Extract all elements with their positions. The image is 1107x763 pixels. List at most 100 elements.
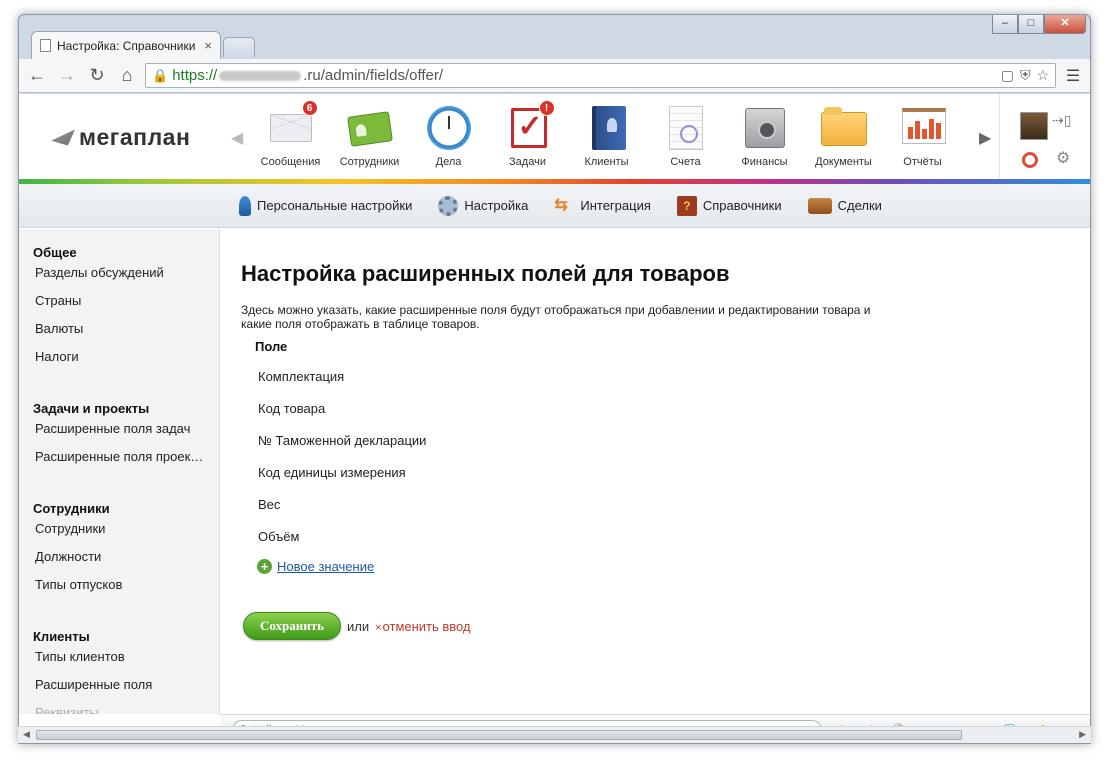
clock-icon — [424, 104, 474, 150]
back-icon[interactable]: ← — [25, 65, 49, 86]
sidebar-item-countries[interactable]: Страны — [19, 287, 209, 315]
app-invoices[interactable]: Счета — [646, 100, 725, 168]
scroll-left-arrow-icon[interactable]: ◀ — [23, 729, 30, 740]
person-settings-icon — [239, 195, 251, 216]
subnav-label: Интеграция — [580, 198, 651, 213]
subnav-personal-settings[interactable]: Персональные настройки — [239, 195, 413, 216]
horizontal-scrollbar[interactable]: ◀ ▶ — [18, 726, 1091, 743]
app-navigation: 6 Сообщения Сотрудники Дела ! Задачи — [251, 100, 962, 168]
invoice-icon — [661, 104, 711, 150]
sidebar-section-title: Общее — [33, 245, 77, 260]
settings-subnav: Персональные настройки Настройка ⇆ Интег… — [19, 184, 1090, 228]
minimize-button[interactable]: – — [992, 15, 1018, 34]
subnav-integration[interactable]: ⇆ Интеграция — [554, 196, 651, 216]
sidebar-item-positions[interactable]: Должности — [19, 543, 209, 571]
app-staff[interactable]: Сотрудники — [330, 100, 409, 168]
table-row[interactable]: Комплектация — [241, 361, 841, 393]
save-button[interactable]: Сохранить — [243, 612, 341, 640]
scroll-left-icon[interactable]: ◀ — [231, 128, 243, 148]
tab-title: Настройка: Справочники — [57, 38, 196, 53]
subnav-deals[interactable]: Сделки — [807, 197, 882, 214]
sidebar-item-taxes[interactable]: Налоги — [19, 343, 209, 371]
browser-tab[interactable]: Настройка: Справочники × — [31, 31, 221, 59]
fields-table: Поле Комплектация Код товара № Таможенно… — [241, 333, 841, 553]
window-controls: – □ ✕ — [992, 15, 1086, 34]
sidebar-item-client-fields[interactable]: Расширенные поля — [19, 671, 209, 699]
clients-book-icon — [582, 104, 632, 150]
sidebar-section-title: Сотрудники — [33, 501, 110, 516]
app-label: Финансы — [741, 156, 788, 168]
page-description: Здесь можно указать, какие расширенные п… — [241, 303, 871, 331]
table-row[interactable]: Вес — [241, 489, 841, 521]
subnav-label: Справочники — [702, 198, 782, 213]
sidebar-item-currencies[interactable]: Валюты — [19, 315, 209, 343]
briefcase-icon — [807, 197, 832, 214]
subnav-label: Сделки — [837, 198, 882, 213]
add-value-row[interactable]: + Новое значение — [257, 559, 374, 574]
gear-icon[interactable]: ⚙ — [1056, 148, 1070, 168]
app-label: Задачи — [509, 156, 546, 168]
app-finance[interactable]: Финансы — [725, 100, 804, 168]
page-icon — [40, 39, 51, 52]
new-value-link[interactable]: Новое значение — [277, 559, 374, 574]
subnav-references[interactable]: ? Справочники — [676, 195, 782, 216]
main-content: Настройка расширенных полей для товаров … — [241, 229, 1081, 714]
subnav-settings[interactable]: Настройка — [438, 195, 529, 216]
reference-book-icon: ? — [676, 195, 697, 216]
sidebar-item-discussion-sections[interactable]: Разделы обсуждений — [19, 259, 209, 287]
sidebar-section-title: Задачи и проекты — [33, 401, 150, 416]
or-text: или — [347, 618, 370, 634]
tasks-badge: ! — [538, 100, 555, 116]
form-actions: Сохранить или ×отменить ввод — [243, 612, 471, 640]
shield-icon[interactable]: ⛨ — [1020, 67, 1031, 84]
scroll-right-arrow-icon[interactable]: ▶ — [1079, 729, 1086, 740]
plus-icon[interactable]: + — [257, 559, 272, 574]
sidebar-item-project-fields[interactable]: Расширенные поля проек… — [19, 443, 209, 471]
blocked-plugin-icon[interactable]: ▢ — [1001, 67, 1014, 84]
app-label: Дела — [435, 156, 462, 168]
url-domain-suffix: .ru — [303, 67, 321, 84]
browser-window: – □ ✕ Настройка: Справочники × ← → ↻ ⌂ 🔒… — [18, 14, 1091, 744]
new-tab-button[interactable] — [223, 37, 255, 57]
logout-icon[interactable]: ⇢▯ — [1052, 112, 1071, 129]
cancel-link[interactable]: ×отменить ввод — [375, 619, 470, 634]
avatar[interactable] — [1020, 112, 1048, 140]
subnav-label: Персональные настройки — [257, 198, 413, 213]
app-label: Счета — [670, 156, 701, 168]
sidebar-section-title: Клиенты — [33, 629, 90, 644]
sidebar-item-requisites[interactable]: Реквизиты — [19, 699, 209, 714]
subnav-label: Настройка — [464, 198, 529, 213]
app-messages[interactable]: 6 Сообщения — [251, 100, 330, 168]
staff-icon — [345, 104, 395, 150]
app-tasks[interactable]: ! Задачи — [488, 100, 567, 168]
sidebar-item-client-types[interactable]: Типы клиентов — [19, 643, 209, 671]
app-reports[interactable]: Отчёты — [883, 100, 962, 168]
app-documents[interactable]: Документы — [804, 100, 883, 168]
scroll-right-icon[interactable]: ▶ — [979, 128, 991, 148]
megaplan-logo[interactable]: мегаплан — [51, 124, 190, 151]
report-icon — [898, 104, 948, 150]
browser-menu-icon[interactable]: ☰ — [1062, 66, 1084, 86]
close-window-button[interactable]: ✕ — [1044, 15, 1086, 34]
forward-icon[interactable]: → — [55, 65, 79, 86]
lifebuoy-help-icon[interactable] — [1022, 152, 1038, 168]
scrollbar-thumb[interactable] — [36, 730, 962, 740]
app-clients[interactable]: Клиенты — [567, 100, 646, 168]
sidebar: Общее Разделы обсуждений Страны Валюты Н… — [19, 229, 220, 714]
app-label: Отчёты — [903, 156, 942, 168]
home-icon[interactable]: ⌂ — [115, 65, 139, 86]
close-tab-icon[interactable]: × — [204, 38, 212, 53]
sidebar-item-employees[interactable]: Сотрудники — [19, 515, 209, 543]
table-row[interactable]: Код товара — [241, 393, 841, 425]
table-row[interactable]: Объём — [241, 521, 841, 553]
maximize-button[interactable]: □ — [1018, 15, 1044, 34]
table-row[interactable]: № Таможенной декларации — [241, 425, 841, 457]
address-bar[interactable]: 🔒 https:// .ru /admin/fields/offer/ ▢ ⛨ … — [145, 63, 1056, 88]
sidebar-item-task-fields[interactable]: Расширенные поля задач — [19, 415, 209, 443]
bookmark-star-icon[interactable]: ☆ — [1036, 67, 1049, 84]
folder-icon — [819, 104, 869, 150]
sidebar-item-vacation-types[interactable]: Типы отпусков — [19, 571, 209, 599]
reload-icon[interactable]: ↻ — [85, 65, 109, 86]
table-row[interactable]: Код единицы измерения — [241, 457, 841, 489]
app-deals-calendar[interactable]: Дела — [409, 100, 488, 168]
